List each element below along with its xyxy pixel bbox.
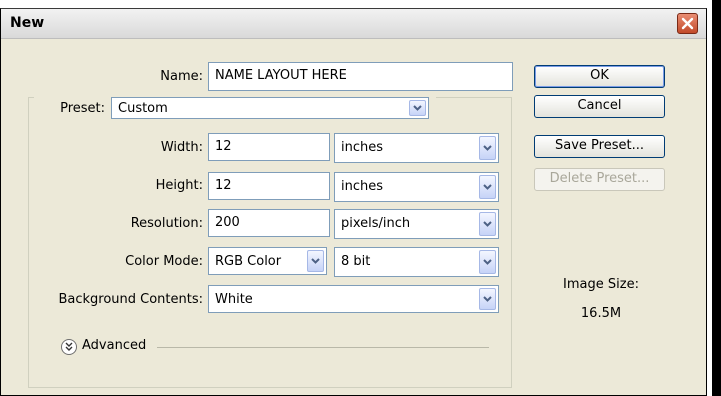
resolution-input[interactable]: 200 [208,209,330,237]
bit-depth-value: 8 bit [341,254,371,269]
background-contents-dropdown-button[interactable] [479,288,496,310]
preset-value: Custom [118,101,168,116]
advanced-toggle[interactable] [61,339,77,355]
preset-label: Preset: [60,101,105,116]
chevron-down-icon [483,145,492,151]
advanced-label[interactable]: Advanced [82,338,146,353]
bit-depth-dropdown-button[interactable] [479,250,496,274]
advanced-divider [157,347,489,348]
double-chevron-down-icon [65,342,73,351]
chevron-down-icon [311,258,320,264]
color-mode-label: Color Mode: [125,254,203,269]
close-button[interactable] [677,13,698,34]
resolution-unit-value: pixels/inch [341,216,411,231]
bit-depth-select[interactable]: 8 bit [334,247,499,277]
delete-preset-button: Delete Preset... [534,168,665,191]
preset-select[interactable]: Custom [111,97,429,119]
height-input[interactable]: 12 [208,172,330,200]
image-size-value: 16.5M [580,306,622,321]
color-mode-select[interactable]: RGB Color [208,247,327,275]
width-unit-dropdown-button[interactable] [479,136,496,160]
chevron-down-icon [483,296,492,302]
close-icon [681,17,694,30]
name-input[interactable]: NAME LAYOUT HERE [208,62,513,91]
height-label: Height: [155,178,203,193]
width-label: Width: [160,140,203,155]
width-unit-value: inches [341,140,384,155]
cancel-button[interactable]: Cancel [534,95,665,118]
background-contents-select[interactable]: White [208,285,499,313]
save-preset-button[interactable]: Save Preset... [534,135,665,158]
chevron-down-icon [413,105,422,111]
image-size-label: Image Size: [563,277,639,292]
height-unit-dropdown-button[interactable] [479,175,496,199]
color-mode-value: RGB Color [215,254,282,269]
width-input[interactable]: 12 [208,133,330,161]
resolution-unit-dropdown-button[interactable] [479,212,496,236]
width-unit-select[interactable]: inches [334,133,499,163]
dialog-title: New [10,15,45,31]
color-mode-dropdown-button[interactable] [307,250,324,272]
height-unit-select[interactable]: inches [334,172,499,202]
name-label: Name: [160,69,203,84]
chevron-down-icon [483,184,492,190]
title-bar: New [1,9,706,39]
background-contents-value: White [215,292,253,307]
resolution-label: Resolution: [130,216,203,231]
resolution-unit-select[interactable]: pixels/inch [334,209,499,239]
ok-button[interactable]: OK [534,65,665,88]
preset-dropdown-button[interactable] [409,100,426,116]
chevron-down-icon [483,259,492,265]
window-edge [712,0,721,396]
background-contents-label: Background Contents: [58,292,203,307]
height-unit-value: inches [341,179,384,194]
new-document-dialog: New Name: NAME LAYOUT HERE Preset: Custo… [0,8,707,396]
chevron-down-icon [483,221,492,227]
